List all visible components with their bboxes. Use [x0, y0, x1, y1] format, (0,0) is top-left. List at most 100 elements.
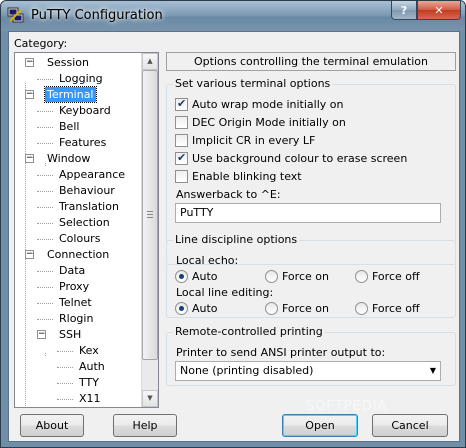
collapse-icon[interactable]: − [25, 154, 34, 163]
local-echo-force-off-radio[interactable]: Force off [355, 269, 420, 284]
printer-select-value: None (printing disabled) [180, 364, 314, 377]
tree-item-selection[interactable]: Selection [57, 215, 112, 230]
blinking-text-label: Enable blinking text [192, 170, 302, 183]
local-echo-force-on-dot[interactable] [265, 270, 278, 283]
tree-item-colours[interactable]: Colours [57, 231, 102, 246]
local-echo-auto-radio[interactable]: Auto [175, 269, 218, 284]
local-editing-auto-label: Auto [192, 302, 218, 315]
auto-wrap-checkbox[interactable]: Auto wrap mode initially on [175, 97, 343, 112]
title-bar[interactable]: PuTTY Configuration ? ✕ [1, 1, 465, 31]
tree-connector [57, 399, 73, 400]
local-editing-label: Local line editing: [176, 286, 274, 299]
tree-item-terminal[interactable]: Terminal [44, 86, 97, 103]
tree-connector [37, 271, 53, 272]
tree-item-session[interactable]: Session [45, 55, 91, 70]
auto-wrap-label: Auto wrap mode initially on [192, 98, 344, 111]
tree-item-telnet[interactable]: Telnet [57, 295, 94, 310]
tree-item-proxy[interactable]: Proxy [57, 279, 91, 294]
title-buttons: ? ✕ [391, 1, 461, 20]
about-button-label: About [35, 419, 69, 432]
scroll-down-icon[interactable]: ▼ [142, 390, 158, 407]
tree-connector [37, 223, 53, 224]
close-window-button[interactable]: ✕ [417, 1, 461, 20]
tree-connector [57, 367, 73, 368]
tree-item-translation[interactable]: Translation [57, 199, 121, 214]
about-button[interactable]: About [20, 414, 84, 437]
tree-connector [37, 239, 53, 240]
bg-colour-erase-checkbox[interactable]: Use background colour to erase screen [175, 151, 407, 166]
blinking-text-checkbox[interactable]: Enable blinking text [175, 169, 302, 184]
tree-item-connection[interactable]: Connection [45, 247, 111, 262]
dec-origin-checkbox[interactable]: DEC Origin Mode initially on [175, 115, 346, 130]
context-help-button[interactable]: ? [391, 1, 417, 20]
tree-item-features[interactable]: Features [57, 135, 108, 150]
tree-item-window[interactable]: Window [45, 151, 92, 166]
local-editing-force-on-radio[interactable]: Force on [265, 301, 329, 316]
tree-item-auth[interactable]: Auth [77, 359, 107, 374]
tree-item-behaviour[interactable]: Behaviour [57, 183, 117, 198]
local-echo-force-off-dot[interactable] [355, 270, 368, 283]
printing-group: Remote-controlled printing Printer to se… [166, 325, 456, 386]
implicit-cr-checkbox[interactable]: Implicit CR in every LF [175, 133, 315, 148]
local-echo-auto-dot[interactable] [175, 270, 188, 283]
local-editing-auto-radio[interactable]: Auto [175, 301, 218, 316]
cancel-button[interactable]: Cancel [372, 414, 448, 437]
tree-connector [57, 351, 73, 352]
help-button-label: Help [132, 419, 158, 432]
tree-item-ssh[interactable]: SSH [57, 327, 83, 342]
tree-item-data[interactable]: Data [57, 263, 87, 278]
local-editing-force-on-label: Force on [282, 302, 329, 315]
putty-app-icon [7, 7, 24, 23]
chevron-down-icon[interactable]: ▼ [430, 362, 436, 380]
tree-connector [37, 143, 53, 144]
local-echo-auto-label: Auto [192, 270, 218, 283]
local-editing-auto-dot[interactable] [175, 302, 188, 315]
tree-connector [37, 287, 53, 288]
collapse-icon[interactable]: − [25, 250, 34, 259]
printer-select[interactable]: None (printing disabled) ▼ [175, 361, 441, 381]
tree-item-appearance[interactable]: Appearance [57, 167, 127, 182]
implicit-cr-label: Implicit CR in every LF [192, 134, 316, 147]
collapse-icon[interactable]: − [37, 330, 46, 339]
line-discipline-group: Line discipline options Local echo: Auto… [166, 233, 456, 318]
question-mark-icon: ? [400, 3, 408, 17]
tree-item-keyboard[interactable]: Keyboard [57, 103, 113, 118]
local-editing-force-off-label: Force off [372, 302, 420, 315]
tree-item-rlogin[interactable]: Rlogin [57, 311, 95, 326]
tree-connector [37, 303, 53, 304]
tree-guide-line [25, 83, 26, 407]
local-editing-force-on-dot[interactable] [265, 302, 278, 315]
scroll-thumb[interactable] [142, 70, 158, 360]
local-echo-force-on-label: Force on [282, 270, 329, 283]
blinking-text-box[interactable] [175, 170, 188, 183]
collapse-icon[interactable]: − [25, 58, 34, 67]
collapse-icon[interactable]: − [25, 90, 34, 99]
scroll-up-icon[interactable]: ▲ [142, 53, 158, 70]
local-editing-force-off-radio[interactable]: Force off [355, 301, 420, 316]
tree-item-x11[interactable]: X11 [77, 391, 103, 406]
help-button[interactable]: Help [113, 414, 177, 437]
close-icon: ✕ [434, 3, 444, 17]
bg-colour-erase-box[interactable] [175, 151, 188, 165]
local-echo-label: Local echo: [176, 254, 239, 267]
category-tree[interactable]: ▲ ▼ Session − Logging Terminal − Keyboard Bell… [14, 52, 159, 408]
tree-item-tty[interactable]: TTY [77, 375, 101, 390]
local-echo-force-on-radio[interactable]: Force on [265, 269, 329, 284]
implicit-cr-box[interactable] [175, 134, 188, 147]
tree-connector [37, 79, 53, 80]
tree-item-kex[interactable]: Kex [77, 343, 101, 358]
local-editing-force-off-dot[interactable] [355, 302, 368, 315]
open-button[interactable]: Open [282, 414, 358, 437]
tree-item-bell[interactable]: Bell [57, 119, 81, 134]
putty-window: PuTTY Configuration ? ✕ Category: ▲ ▼ Se… [0, 0, 466, 448]
answerback-input[interactable]: PuTTY [175, 203, 441, 223]
window-title: PuTTY Configuration [31, 8, 163, 23]
tree-connector [37, 191, 53, 192]
dec-origin-box[interactable] [175, 116, 188, 129]
tree-scrollbar[interactable]: ▲ ▼ [141, 53, 158, 407]
tree-item-logging[interactable]: Logging [57, 71, 105, 86]
auto-wrap-box[interactable] [175, 97, 188, 111]
bg-colour-erase-label: Use background colour to erase screen [192, 152, 408, 165]
tree-guide-line [45, 353, 46, 356]
open-button-label: Open [305, 419, 335, 432]
